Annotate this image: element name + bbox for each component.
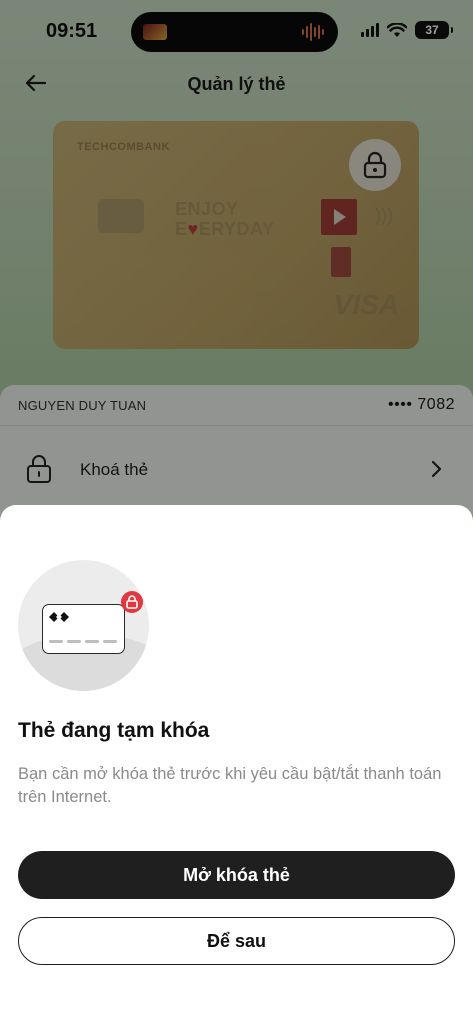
card-dash xyxy=(49,640,63,643)
locked-card-illustration xyxy=(18,560,149,691)
card-dash xyxy=(67,640,81,643)
card-dash xyxy=(103,640,117,643)
card-illustration-icon xyxy=(42,591,143,654)
card-dash xyxy=(85,640,99,643)
red-lock-icon xyxy=(121,591,143,613)
sheet-description: Bạn cần mở khóa thẻ trước khi yêu cầu bậ… xyxy=(18,765,442,806)
sheet-title: Thẻ đang tạm khóa xyxy=(18,719,210,742)
bank-logo-icon xyxy=(49,612,69,622)
unlock-card-button[interactable]: Mở khóa thẻ xyxy=(18,851,455,899)
locked-card-bottom-sheet: Thẻ đang tạm khóa Bạn cần mở khóa thẻ tr… xyxy=(0,505,473,1024)
card-management-screen: 09:51 37 Quản lý thẻ TECHCOMBANK ENJOY E… xyxy=(0,0,473,1024)
later-button[interactable]: Để sau xyxy=(18,917,455,965)
